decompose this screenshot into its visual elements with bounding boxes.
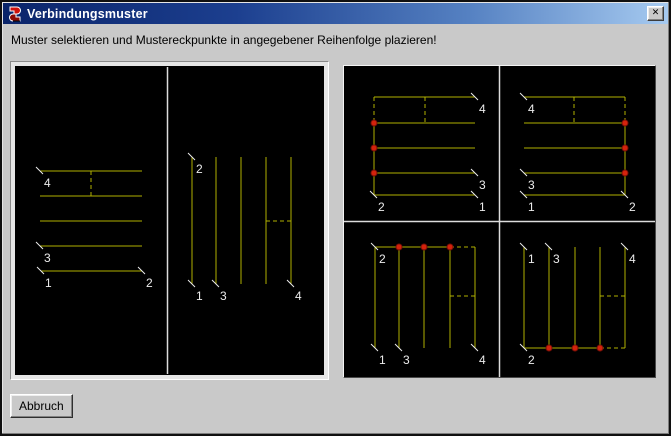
svg-text:4: 4 xyxy=(479,353,486,367)
svg-text:2: 2 xyxy=(379,252,386,266)
svg-text:1: 1 xyxy=(196,289,203,303)
pattern-options-canvas[interactable]: 4 3 2 1 4 3 1 2 2 1 3 4 1 3 4 2 xyxy=(344,66,655,377)
pattern-preview-panel[interactable]: 4 3 1 2 2 1 3 4 xyxy=(10,61,329,380)
svg-text:3: 3 xyxy=(220,289,227,303)
svg-text:3: 3 xyxy=(44,251,51,265)
close-button[interactable]: ✕ xyxy=(647,6,664,21)
dialog-window: Verbindungsmuster ✕ Muster selektieren u… xyxy=(0,0,671,436)
svg-text:4: 4 xyxy=(479,102,486,116)
svg-text:2: 2 xyxy=(629,200,636,214)
svg-text:1: 1 xyxy=(45,276,52,290)
pattern-options-panel[interactable]: 4 3 2 1 4 3 1 2 2 1 3 4 1 3 4 2 xyxy=(343,65,656,378)
close-icon: ✕ xyxy=(652,9,660,18)
svg-text:3: 3 xyxy=(528,178,535,192)
window-title: Verbindungsmuster xyxy=(27,7,148,21)
svg-text:3: 3 xyxy=(553,252,560,266)
svg-text:1: 1 xyxy=(528,200,535,214)
svg-text:1: 1 xyxy=(379,353,386,367)
svg-text:4: 4 xyxy=(528,102,535,116)
svg-text:3: 3 xyxy=(403,353,410,367)
svg-text:2: 2 xyxy=(378,200,385,214)
svg-text:2: 2 xyxy=(146,276,153,290)
pattern-preview-canvas[interactable]: 4 3 1 2 2 1 3 4 xyxy=(16,67,323,374)
app-logo-icon xyxy=(7,6,23,22)
svg-text:3: 3 xyxy=(479,178,486,192)
cancel-button[interactable]: Abbruch xyxy=(10,394,73,418)
svg-text:1: 1 xyxy=(528,252,535,266)
svg-text:4: 4 xyxy=(295,289,302,303)
title-bar: Verbindungsmuster ✕ xyxy=(3,3,668,24)
svg-text:2: 2 xyxy=(196,162,203,176)
svg-text:4: 4 xyxy=(44,176,51,190)
pattern-preview-selection-border: 4 3 1 2 2 1 3 4 xyxy=(15,66,324,375)
svg-text:2: 2 xyxy=(528,353,535,367)
instruction-label: Muster selektieren und Mustereckpunkte i… xyxy=(11,33,437,47)
svg-text:4: 4 xyxy=(629,252,636,266)
svg-text:1: 1 xyxy=(479,200,486,214)
